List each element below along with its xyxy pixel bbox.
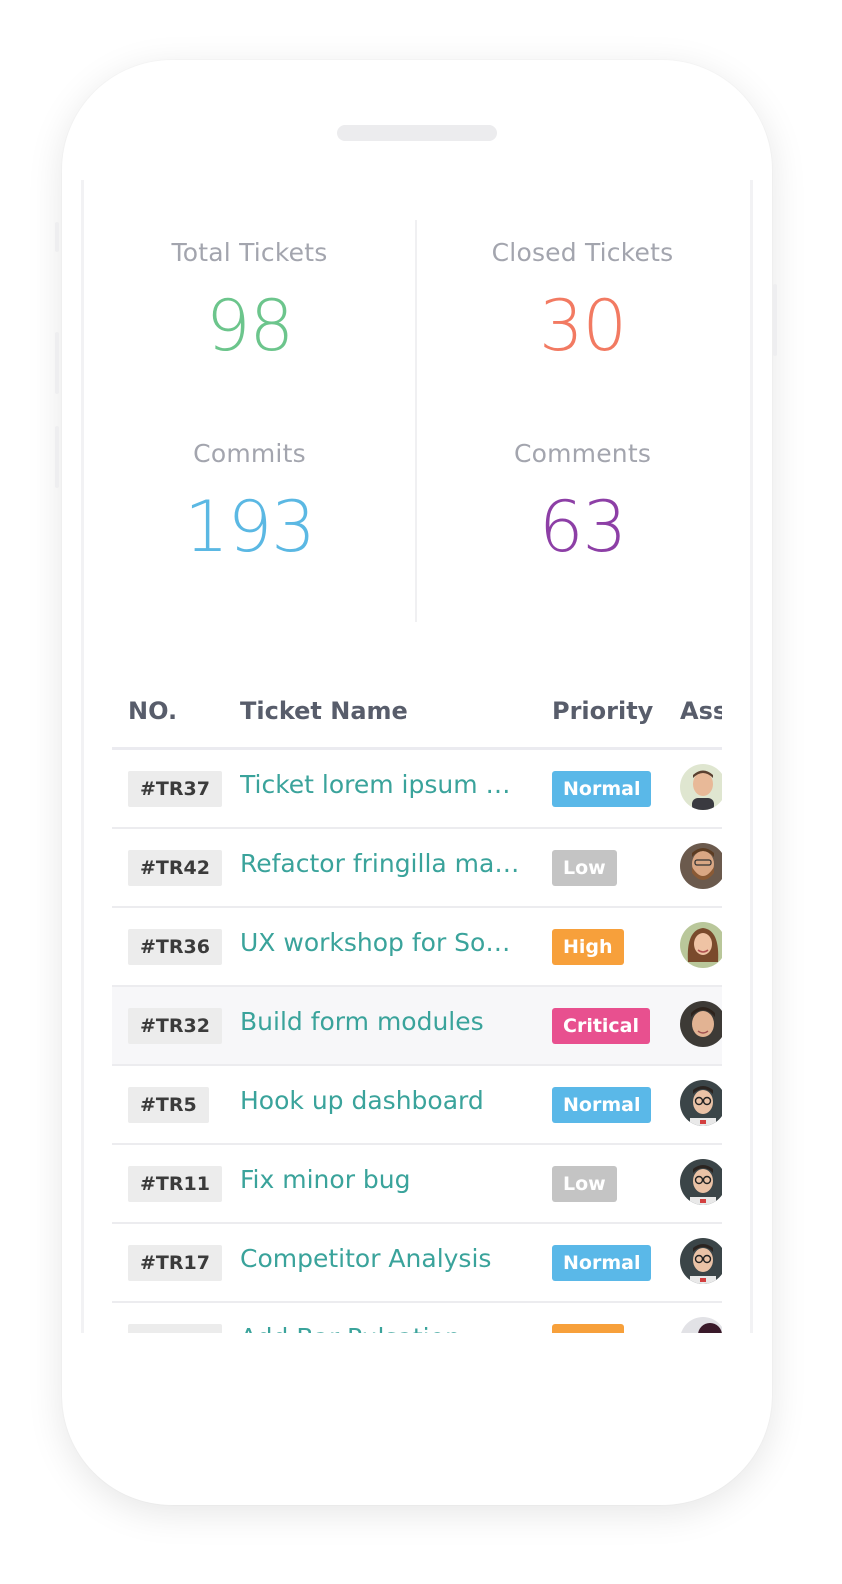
- assignee-avatar[interactable]: [680, 1079, 722, 1126]
- cell-ticket-name: Hook up dashboard: [240, 1065, 552, 1145]
- table-row[interactable]: #TR37 Ticket lorem ipsum sollicitudin Norm…: [112, 748, 722, 829]
- cell-ticket-id: #TR5: [112, 1065, 240, 1145]
- tickets-table-container[interactable]: NO. Ticket Name Priority Assignee #TR37 T…: [112, 675, 722, 1333]
- ticket-id-tag: #TR36: [128, 928, 222, 965]
- ticket-name-link[interactable]: Ticket lorem ipsum sollicitudin: [240, 770, 522, 799]
- priority-badge: Normal: [552, 1086, 652, 1123]
- stat-label: Closed Tickets: [491, 238, 674, 267]
- cell-assignee: [680, 748, 722, 829]
- stat-total-tickets: Total Tickets 98: [84, 238, 415, 361]
- assignee-avatar[interactable]: [680, 1000, 722, 1047]
- stat-label: Commits: [193, 439, 306, 468]
- cell-ticket-id: #TR32: [112, 986, 240, 1066]
- cell-assignee: [680, 907, 722, 987]
- column-header-priority[interactable]: Priority: [552, 675, 680, 750]
- cell-priority: Critical: [552, 986, 680, 1066]
- cell-ticket-id: #TR42: [112, 828, 240, 908]
- table-row[interactable]: #TR42 Refactor fringilla mauris Low: [112, 828, 722, 908]
- tickets-table: NO. Ticket Name Priority Assignee #TR37 T…: [112, 675, 722, 1333]
- cell-priority: Normal: [552, 1065, 680, 1145]
- phone-side-button: [55, 222, 59, 252]
- phone-speaker: [337, 125, 497, 141]
- ticket-name-link[interactable]: UX workshop for Sodales: [240, 928, 522, 957]
- cell-priority: High: [552, 907, 680, 987]
- cell-priority: Normal: [552, 748, 680, 829]
- cell-assignee: [680, 1223, 722, 1303]
- ticket-id-tag: #TR11: [128, 1165, 222, 1202]
- ticket-id-tag: #TR18: [128, 1323, 222, 1333]
- assignee-avatar[interactable]: [680, 1237, 722, 1284]
- stat-value: 63: [538, 486, 627, 568]
- stat-value: 30: [538, 285, 627, 367]
- stat-label: Comments: [513, 439, 652, 468]
- priority-badge: Low: [552, 849, 617, 886]
- table-row[interactable]: #TR5 Hook up dashboard Normal: [112, 1065, 722, 1145]
- column-header-assignee[interactable]: Assignee: [680, 675, 722, 750]
- stat-value: 193: [184, 486, 316, 568]
- cell-ticket-name: Ticket lorem ipsum sollicitudin: [240, 748, 552, 829]
- cell-priority: Normal: [552, 1223, 680, 1303]
- stat-commits: Commits 193: [84, 439, 415, 562]
- assignee-avatar[interactable]: [680, 921, 722, 968]
- priority-badge: High: [552, 928, 624, 965]
- cell-ticket-name: Refactor fringilla mauris: [240, 828, 552, 908]
- stat-comments: Comments 63: [417, 439, 748, 562]
- stat-value: 98: [205, 285, 294, 367]
- phone-side-button: [55, 426, 59, 488]
- app-screen: Total Tickets 98 Closed Tickets 30 Commi…: [84, 180, 750, 1333]
- ticket-name-link[interactable]: Add Bar Pulsation: [240, 1323, 522, 1333]
- stat-closed-tickets: Closed Tickets 30: [417, 238, 748, 361]
- ticket-name-link[interactable]: Fix minor bug: [240, 1165, 522, 1194]
- cell-ticket-id: #TR36: [112, 907, 240, 987]
- cell-ticket-name: Add Bar Pulsation: [240, 1302, 552, 1333]
- table-row[interactable]: #TR18 Add Bar Pulsation High: [112, 1302, 722, 1333]
- priority-badge: Normal: [552, 770, 652, 807]
- assignee-avatar[interactable]: [680, 842, 722, 889]
- cell-ticket-id: #TR11: [112, 1144, 240, 1224]
- assignee-avatar[interactable]: [680, 1158, 722, 1205]
- priority-badge: Normal: [552, 1244, 652, 1281]
- table-row[interactable]: #TR11 Fix minor bug Low: [112, 1144, 722, 1224]
- cell-ticket-name: UX workshop for Sodales: [240, 907, 552, 987]
- cell-ticket-id: #TR17: [112, 1223, 240, 1303]
- assignee-avatar[interactable]: [680, 1316, 722, 1333]
- table-row[interactable]: #TR36 UX workshop for Sodales High: [112, 907, 722, 987]
- ticket-id-tag: #TR5: [128, 1086, 209, 1123]
- stat-label: Total Tickets: [171, 238, 328, 267]
- cell-ticket-id: #TR18: [112, 1302, 240, 1333]
- phone-side-button: [773, 284, 777, 356]
- ticket-name-link[interactable]: Build form modules: [240, 1007, 522, 1036]
- ticket-id-tag: #TR17: [128, 1244, 222, 1281]
- column-header-ticket-name[interactable]: Ticket Name: [240, 675, 552, 750]
- column-header-no[interactable]: NO.: [112, 675, 240, 750]
- ticket-name-link[interactable]: Refactor fringilla mauris: [240, 849, 522, 878]
- table-row[interactable]: #TR17 Competitor Analysis Normal: [112, 1223, 722, 1303]
- ticket-id-tag: #TR32: [128, 1007, 222, 1044]
- ticket-name-link[interactable]: Competitor Analysis: [240, 1244, 522, 1273]
- cell-assignee: [680, 1065, 722, 1145]
- priority-badge: High: [552, 1323, 624, 1333]
- ticket-id-tag: #TR37: [128, 770, 222, 807]
- priority-badge: Critical: [552, 1007, 651, 1044]
- stats-panel: Total Tickets 98 Closed Tickets 30 Commi…: [84, 220, 750, 622]
- cell-priority: Low: [552, 828, 680, 908]
- cell-ticket-name: Build form modules: [240, 986, 552, 1066]
- cell-assignee: [680, 828, 722, 908]
- screen-edge: [750, 180, 753, 1333]
- table-row[interactable]: #TR32 Build form modules Critical: [112, 986, 722, 1066]
- cell-assignee: [680, 1144, 722, 1224]
- ticket-id-tag: #TR42: [128, 849, 222, 886]
- table-header-row: NO. Ticket Name Priority Assignee: [112, 675, 722, 750]
- cell-ticket-name: Fix minor bug: [240, 1144, 552, 1224]
- cell-priority: Low: [552, 1144, 680, 1224]
- cell-assignee: [680, 986, 722, 1066]
- cell-ticket-id: #TR37: [112, 748, 240, 829]
- cell-priority: High: [552, 1302, 680, 1333]
- phone-side-button: [55, 332, 59, 394]
- assignee-avatar[interactable]: [680, 763, 722, 810]
- cell-assignee: [680, 1302, 722, 1333]
- ticket-name-link[interactable]: Hook up dashboard: [240, 1086, 522, 1115]
- cell-ticket-name: Competitor Analysis: [240, 1223, 552, 1303]
- priority-badge: Low: [552, 1165, 617, 1202]
